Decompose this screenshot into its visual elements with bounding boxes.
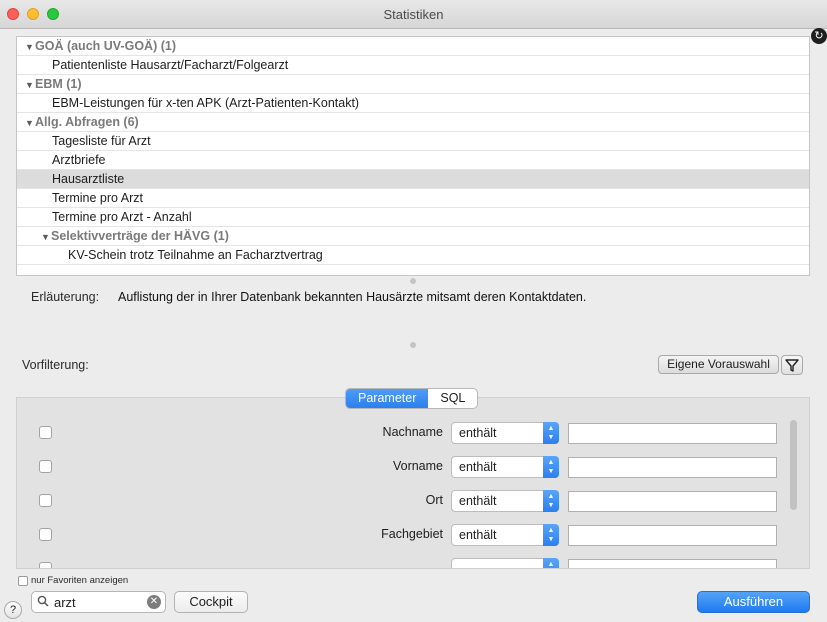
- select-arrows-icon: ▲▼: [543, 558, 559, 568]
- operator-value: enthält: [459, 494, 497, 508]
- select-arrows-icon: ▲▼: [543, 524, 559, 546]
- operator-select[interactable]: ▲▼: [451, 558, 559, 568]
- operator-select[interactable]: enthält ▲ ▼: [451, 422, 559, 444]
- parameter-value-input[interactable]: [568, 457, 777, 478]
- explanation-text: Auflistung der in Ihrer Datenbank bekann…: [118, 290, 587, 304]
- tree-group-label: EBM (1): [35, 77, 82, 91]
- disclosure-triangle-icon[interactable]: ▼: [25, 114, 35, 133]
- tree-group-label: Selektivverträge der HÄVG (1): [51, 229, 229, 243]
- operator-select[interactable]: enthält ▲ ▼: [451, 524, 559, 546]
- scrollbar-thumb[interactable]: [790, 420, 797, 510]
- explanation-label: Erläuterung:: [31, 290, 100, 304]
- operator-select[interactable]: enthält ▲ ▼: [451, 456, 559, 478]
- parameter-value-input[interactable]: [568, 491, 777, 512]
- parameter-row: Ort enthält ▲ ▼: [17, 489, 787, 513]
- disclosure-triangle-icon[interactable]: ▼: [25, 38, 35, 57]
- filter-button[interactable]: [781, 355, 803, 375]
- select-arrows-icon: ▲▼: [543, 422, 559, 444]
- statistics-tree: ▼GOÄ (auch UV-GOÄ) (1) Patientenliste Ha…: [16, 36, 810, 276]
- tree-group-allg-abfragen[interactable]: ▼Allg. Abfragen (6): [17, 113, 809, 132]
- parameter-label: Ort: [425, 493, 443, 507]
- select-arrows-icon: ▲▼: [543, 456, 559, 478]
- prefilter-label: Vorfilterung:: [22, 358, 89, 372]
- tree-subgroup-haevg[interactable]: ▼Selektivverträge der HÄVG (1): [17, 227, 809, 246]
- tree-item[interactable]: EBM-Leistungen für x-ten APK (Arzt-Patie…: [17, 94, 809, 113]
- tree-group-ebm[interactable]: ▼EBM (1): [17, 75, 809, 94]
- parameter-label: Fachgebiet: [381, 527, 443, 541]
- splitter-handle[interactable]: [410, 342, 416, 348]
- tab-parameter[interactable]: Parameter: [346, 389, 429, 408]
- parameter-row: Fachgebiet enthält ▲ ▼: [17, 523, 787, 547]
- search-icon: [37, 595, 49, 607]
- operator-value: enthält: [459, 426, 497, 440]
- parameter-value-input[interactable]: [568, 559, 777, 568]
- parameters-panel: Nachname enthält ▲ ▼ Vorname enthält ▲ ▼ Ort…: [16, 397, 810, 569]
- parameter-label: Nachname: [382, 425, 443, 439]
- search-field[interactable]: arzt ✕: [31, 591, 166, 613]
- tree-group-label: Allg. Abfragen (6): [35, 115, 139, 129]
- disclosure-triangle-icon[interactable]: ▼: [25, 76, 35, 95]
- parameter-row-partial: ▲▼: [17, 557, 787, 568]
- parameter-sql-tabs: Parameter SQL: [345, 388, 479, 409]
- filter-icon: [785, 359, 799, 372]
- tree-group-goae[interactable]: ▼GOÄ (auch UV-GOÄ) (1): [17, 37, 809, 56]
- parameters-scrollbar[interactable]: [790, 420, 798, 566]
- parameter-checkbox[interactable]: [39, 528, 52, 541]
- tree-item[interactable]: KV-Schein trotz Teilnahme an Facharztver…: [17, 246, 809, 265]
- operator-value: enthält: [459, 460, 497, 474]
- parameter-value-input[interactable]: [568, 525, 777, 546]
- tree-item[interactable]: Termine pro Arzt: [17, 189, 809, 208]
- tree-item[interactable]: Patientenliste Hausarzt/Facharzt/Folgear…: [17, 56, 809, 75]
- help-button[interactable]: ?: [4, 601, 22, 619]
- favorites-only-checkbox[interactable]: [18, 576, 28, 586]
- tree-item[interactable]: Arztbriefe: [17, 151, 809, 170]
- tree-item[interactable]: Termine pro Arzt - Anzahl: [17, 208, 809, 227]
- parameter-label: Vorname: [392, 459, 443, 473]
- cockpit-button[interactable]: Cockpit: [174, 591, 248, 613]
- parameter-checkbox[interactable]: [39, 426, 52, 439]
- parameter-row: Vorname enthält ▲ ▼: [17, 455, 787, 479]
- parameter-checkbox[interactable]: [39, 494, 52, 507]
- refresh-icon[interactable]: ↻: [811, 28, 827, 44]
- title-bar: Statistiken: [0, 0, 827, 29]
- run-button[interactable]: Ausführen: [697, 591, 810, 613]
- window-title: Statistiken: [383, 7, 444, 22]
- search-input-value[interactable]: arzt: [54, 595, 76, 610]
- tree-group-label: GOÄ (auch UV-GOÄ) (1): [35, 39, 176, 53]
- parameter-value-input[interactable]: [568, 423, 777, 444]
- operator-value: enthält: [459, 528, 497, 542]
- parameter-checkbox[interactable]: [39, 460, 52, 473]
- disclosure-triangle-icon[interactable]: ▼: [41, 228, 51, 247]
- tree-item-selected[interactable]: Hausarztliste: [17, 170, 809, 189]
- tab-sql[interactable]: SQL: [428, 389, 477, 408]
- parameter-row: Nachname enthält ▲ ▼: [17, 421, 787, 445]
- tree-item[interactable]: Tagesliste für Arzt: [17, 132, 809, 151]
- favorites-only-label: nur Favoriten anzeigen: [31, 575, 129, 586]
- own-selection-button[interactable]: Eigene Vorauswahl: [658, 355, 779, 374]
- parameter-checkbox[interactable]: [39, 562, 52, 568]
- clear-search-icon[interactable]: ✕: [147, 595, 161, 609]
- select-arrows-icon: ▲▼: [543, 490, 559, 512]
- splitter-handle[interactable]: [410, 278, 416, 284]
- operator-select[interactable]: enthält ▲ ▼: [451, 490, 559, 512]
